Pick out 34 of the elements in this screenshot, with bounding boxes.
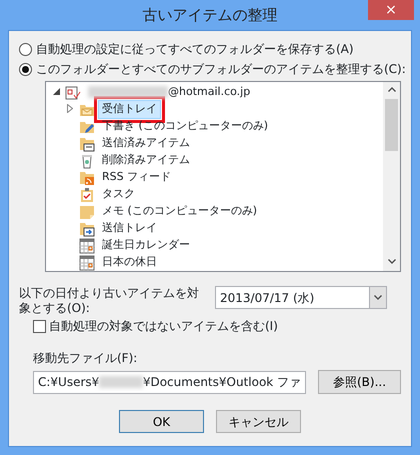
folder-arrow-icon xyxy=(79,220,95,236)
calendar-icon xyxy=(79,238,95,254)
window-title: 古いアイテムの整理 xyxy=(142,4,278,26)
note-icon xyxy=(79,204,95,220)
radio-button[interactable] xyxy=(19,62,32,76)
folder-document-icon xyxy=(79,136,95,152)
scrollbar[interactable] xyxy=(383,82,400,271)
radio-label[interactable]: 自動処理の設定に従ってすべてのフォルダーを保存する(A) xyxy=(36,40,354,58)
trash-can-icon xyxy=(79,152,95,168)
ok-button[interactable]: OK xyxy=(119,410,204,433)
tree-item[interactable]: 誕生日カレンダー xyxy=(98,236,194,255)
radio-button[interactable] xyxy=(19,42,32,56)
radio-label[interactable]: このフォルダーとすべてのサブフォルダーのアイテムを整理する(C): xyxy=(36,60,406,78)
clipboard-check-icon xyxy=(79,186,95,202)
tree-item[interactable]: メモ (このコンピューターのみ) xyxy=(98,202,262,221)
tree-item[interactable]: 送信済みアイテム xyxy=(98,134,194,153)
account-icon xyxy=(65,84,81,100)
tree-item[interactable]: 日本の休日 xyxy=(98,253,161,271)
path-field[interactable]: C:¥Users¥ ¥Documents¥Outlook ファ xyxy=(33,370,306,394)
include-checkbox[interactable]: 自動処理の対象ではないアイテムを含む(I) xyxy=(33,317,401,335)
tree-item[interactable]: タスク xyxy=(98,185,139,204)
caret-icon xyxy=(369,287,386,308)
rss-folder-icon xyxy=(79,170,95,186)
tree-item[interactable]: RSS フィード xyxy=(98,168,176,187)
field-label: 以下の日付より古いアイテムを対象とする(O): xyxy=(19,286,200,316)
date-dropdown[interactable]: 2013/07/17 (水) xyxy=(215,286,387,309)
tree-item[interactable]: 下書き (このコンピューターのみ) xyxy=(98,117,272,136)
scroll-thumb[interactable] xyxy=(385,99,398,151)
field-label: 移動先ファイル(F): xyxy=(33,350,138,367)
browse-button[interactable]: 参照(B)... xyxy=(318,370,401,394)
close-button[interactable]: × xyxy=(368,0,414,20)
tree-item[interactable]: 削除済みアイテム xyxy=(98,151,194,170)
cancel-button[interactable]: キャンセル xyxy=(216,410,301,433)
tree-item[interactable]: 送信トレイ xyxy=(98,219,161,238)
